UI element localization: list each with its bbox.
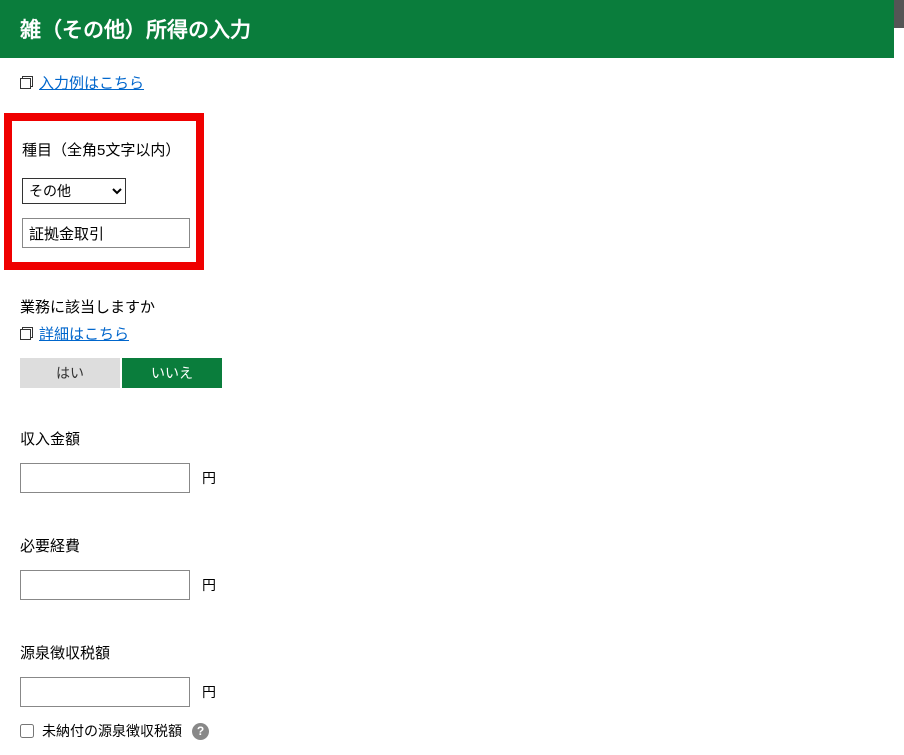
popup-icon [20, 327, 33, 340]
examples-link[interactable]: 入力例はこちら [39, 72, 144, 93]
withholding-row: 円 [20, 677, 884, 707]
scrollbar-thumb[interactable] [894, 0, 904, 28]
yes-button[interactable]: はい [20, 358, 120, 388]
expenses-label: 必要経費 [20, 535, 884, 556]
popup-icon [20, 76, 33, 89]
expenses-section: 必要経費 円 [20, 535, 884, 600]
expenses-input[interactable] [20, 570, 190, 600]
business-question-section: 業務に該当しますか 詳細はこちら はい いいえ [20, 296, 884, 388]
details-link[interactable]: 詳細はこちら [39, 323, 129, 344]
category-select[interactable]: その他 [22, 178, 126, 204]
page-header: 雑（その他）所得の入力 [0, 0, 904, 58]
business-question-label: 業務に該当しますか [20, 296, 884, 317]
withholding-input[interactable] [20, 677, 190, 707]
details-link-row: 詳細はこちら [20, 323, 884, 344]
scrollbar[interactable] [894, 0, 904, 702]
unpaid-withholding-row: 未納付の源泉徴収税額 ? [20, 721, 884, 741]
income-amount-label: 収入金額 [20, 428, 884, 449]
income-amount-unit: 円 [202, 468, 216, 488]
category-section: 種目（全角5文字以内） その他 [4, 113, 204, 270]
no-button[interactable]: いいえ [122, 358, 222, 388]
unpaid-withholding-label: 未納付の源泉徴収税額 [42, 721, 182, 741]
category-text-input[interactable] [22, 218, 190, 248]
main-content: 入力例はこちら 種目（全角5文字以内） その他 業務に該当しますか 詳細はこちら… [0, 58, 904, 755]
income-amount-section: 収入金額 円 [20, 428, 884, 493]
expenses-unit: 円 [202, 575, 216, 595]
category-label: 種目（全角5文字以内） [22, 139, 186, 160]
unpaid-withholding-checkbox[interactable] [20, 724, 34, 738]
examples-link-row: 入力例はこちら [20, 72, 884, 93]
yes-no-toggle: はい いいえ [20, 358, 884, 388]
withholding-unit: 円 [202, 682, 216, 702]
page-title: 雑（その他）所得の入力 [20, 19, 251, 42]
income-amount-row: 円 [20, 463, 884, 493]
withholding-label: 源泉徴収税額 [20, 642, 884, 663]
help-icon[interactable]: ? [192, 723, 209, 740]
income-amount-input[interactable] [20, 463, 190, 493]
expenses-row: 円 [20, 570, 884, 600]
withholding-section: 源泉徴収税額 円 未納付の源泉徴収税額 ? [20, 642, 884, 741]
